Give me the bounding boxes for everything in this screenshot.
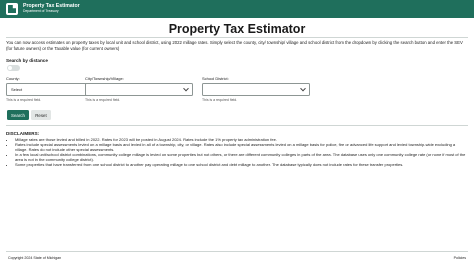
chevron-down-icon xyxy=(300,85,306,91)
copyright-text: Copyright 2024 State of Michigan xyxy=(8,256,62,260)
intro-text: You can now access estimates on property… xyxy=(6,40,463,51)
disclaimers-section: DISCLAIMERS: Millage rates are those lev… xyxy=(6,131,468,168)
top-header-bar: Property Tax Estimator Department of Tre… xyxy=(0,0,474,18)
city-required-note: This is a required field. xyxy=(85,97,121,102)
form-divider xyxy=(6,125,468,126)
disclaimer-item: Some properties that have transferred fr… xyxy=(15,162,468,167)
search-by-distance-toggle[interactable] xyxy=(7,65,20,71)
school-district-required-note: This is a required field. xyxy=(202,97,238,102)
search-button[interactable]: Search xyxy=(7,110,29,120)
app-subtitle: Department of Treasury xyxy=(23,9,59,14)
michigan-logo-icon[interactable] xyxy=(6,3,18,15)
footer-divider xyxy=(6,251,468,252)
school-district-field: School District: This is a required fiel… xyxy=(202,76,310,102)
disclaimer-item: Rates include special assessments levied… xyxy=(15,142,468,152)
disclaimers-title: DISCLAIMERS: xyxy=(6,131,40,136)
school-district-select[interactable] xyxy=(202,83,310,96)
toggle-knob xyxy=(8,66,12,70)
policies-link[interactable]: Policies xyxy=(454,256,466,260)
city-label: City/Township/Village: xyxy=(85,76,124,81)
disclaimers-list: Millage rates are those levied and bille… xyxy=(6,137,468,168)
reset-button[interactable]: Reset xyxy=(31,110,51,120)
city-field: City/Township/Village: This is a require… xyxy=(85,76,193,102)
county-select-value: Select xyxy=(11,87,23,92)
chevron-down-icon xyxy=(183,85,189,91)
city-select[interactable] xyxy=(85,83,193,96)
title-divider xyxy=(6,37,468,38)
page-title: Property Tax Estimator xyxy=(168,22,306,36)
disclaimer-item: In a few local unit/school district comb… xyxy=(15,152,468,162)
brand: Property Tax Estimator Department of Tre… xyxy=(23,3,80,14)
school-district-label: School District: xyxy=(202,76,229,81)
search-by-distance-label: Search by distance xyxy=(6,58,48,63)
